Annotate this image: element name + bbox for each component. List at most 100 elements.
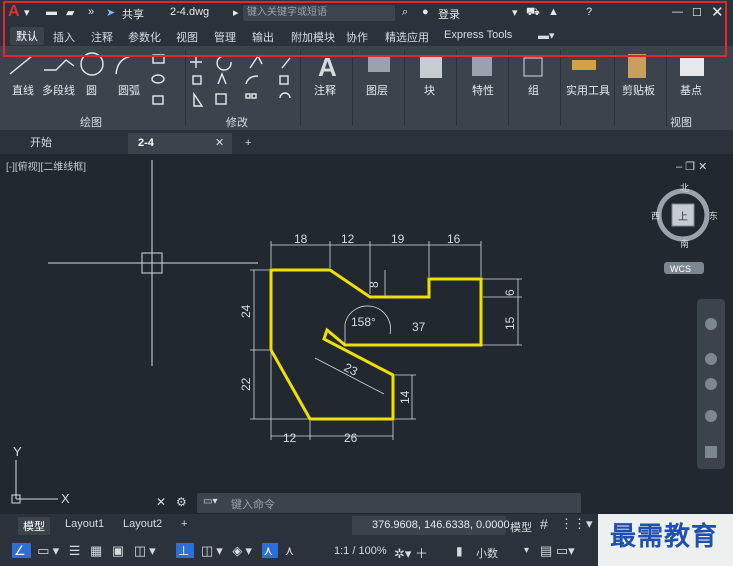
dim-16: 16 (447, 232, 461, 246)
dim-8: 8 (367, 281, 381, 288)
dim-19: 19 (391, 232, 405, 246)
trim-icon (249, 54, 263, 69)
part-outline (269, 268, 483, 421)
model-space-button[interactable]: 模型 (510, 519, 532, 535)
dim-12-bottom: 12 (283, 431, 297, 445)
document-tab-bar (0, 130, 733, 154)
annotation-visibility-icon[interactable]: ⋏ (261, 543, 279, 558)
erase-icon (281, 57, 291, 69)
quick-properties-icon[interactable]: ▤ ▭▾ (540, 543, 575, 559)
block-icon (420, 56, 442, 78)
offset-icon (279, 92, 291, 99)
tool-arc-label[interactable]: 圆弧 (118, 82, 140, 98)
workspace-icon[interactable]: ✲▾ ＋ (394, 543, 428, 562)
highlight-frame (3, 1, 727, 57)
move-icon (190, 56, 202, 68)
autoscale-icon[interactable]: ⋏ (285, 543, 298, 558)
hatch-icon (152, 95, 164, 105)
array-icon (245, 93, 251, 99)
crosshair-cursor (48, 160, 258, 366)
selection-cycle-icon[interactable]: ▣ (112, 543, 127, 558)
viewcube-east: 东 (709, 210, 718, 221)
new-tab-icon[interactable]: + (245, 134, 251, 154)
viewcube-west: 西 (651, 211, 660, 221)
add-layout-icon[interactable]: + (176, 517, 192, 531)
tab-model[interactable]: 模型 (18, 517, 50, 535)
ribbon: A 直线 多段线 圆 圆弧 注释 图层 块 特性 组 实用工具 剪贴板 基点 (0, 46, 733, 130)
tab-start[interactable]: 开始 (30, 134, 52, 154)
dim-6: 6 (503, 289, 517, 296)
panel-draw-label[interactable]: 绘图 (80, 114, 102, 130)
block-button[interactable]: 块 (424, 82, 435, 98)
arc-icon (115, 55, 141, 75)
dim-15: 15 (503, 316, 517, 330)
fillet-icon (245, 75, 259, 85)
utilities-icon (572, 60, 596, 70)
viewcube-top: 上 (678, 211, 688, 223)
properties-button[interactable]: 特性 (472, 82, 494, 98)
ucs-x-label: X (61, 491, 70, 506)
ortho-icon[interactable]: ∠ (12, 543, 31, 558)
snap-icon[interactable]: ⋮⋮▾ (560, 516, 593, 532)
tab-layout2[interactable]: Layout2 (118, 517, 167, 531)
groups-button[interactable]: 组 (528, 82, 539, 98)
layer-icon (368, 56, 390, 72)
rotate-icon (216, 55, 232, 71)
tab-drawing-label[interactable]: 2-4 (138, 134, 154, 154)
units-icon[interactable]: ▮ (456, 544, 463, 558)
close-tab-icon[interactable]: ✕ (215, 134, 224, 154)
stretch-icon (193, 91, 204, 107)
panel-modify-label[interactable]: 修改 (226, 114, 248, 130)
dim-37: 37 (412, 320, 426, 334)
ucs-icon (11, 460, 58, 504)
annotation-monitor-icon[interactable]: ◫▾ (201, 543, 226, 558)
annotation-scale[interactable]: 1:1 / 100% (334, 545, 387, 557)
line-icon (9, 55, 33, 75)
transparency-icon[interactable]: ▦ (90, 543, 105, 558)
annotation-button[interactable]: 注释 (314, 82, 336, 98)
dynamic-ucs-icon[interactable]: ⊥ (176, 543, 195, 558)
status-icons-mid[interactable]: ⊥ ◫▾ ◈▾ ⋏ ⋏ (176, 543, 297, 559)
drawing-svg: 18 12 19 16 8 6 15 158° 37 23 24 22 14 1… (11, 160, 725, 506)
properties-icon (472, 56, 492, 76)
clipboard-button[interactable]: 剪贴板 (622, 82, 655, 98)
ucs-y-label: Y (13, 444, 22, 459)
lineweight-icon[interactable]: ☰ (69, 543, 84, 558)
polar-icon[interactable]: ▭▾ (37, 543, 62, 558)
dim-18: 18 (294, 232, 308, 246)
dim-26: 26 (344, 431, 358, 445)
units-selector[interactable]: 小数 (476, 545, 498, 561)
tool-polyline-label[interactable]: 多段线 (42, 82, 75, 98)
command-settings-icon[interactable]: ⚙ (176, 495, 187, 509)
dim-24: 24 (239, 304, 253, 318)
explode-icon (279, 75, 289, 85)
coordinates[interactable]: 376.9608, 146.6338, 0.0000 (372, 519, 510, 531)
command-input[interactable]: 键入命令 (231, 496, 275, 512)
mirror-icon (217, 72, 227, 85)
viewcube-south: 南 (680, 238, 689, 249)
command-prompt-icon: ▭▾ (203, 496, 218, 507)
tool-circle-label[interactable]: 圆 (86, 82, 97, 98)
units-dropdown-icon[interactable]: ▾ (524, 545, 529, 556)
tool-line-label[interactable]: 直线 (12, 82, 34, 98)
gizmo-icon[interactable]: ◈▾ (232, 543, 255, 558)
command-close-icon[interactable]: ✕ (156, 495, 166, 509)
tab-layout1[interactable]: Layout1 (60, 517, 109, 531)
clipboard-icon (628, 54, 646, 78)
watermark: 最需教育 (610, 522, 719, 552)
viewcube-north: 北 (680, 183, 689, 193)
base-point-button[interactable]: 基点 (680, 82, 702, 98)
base-point-icon (680, 58, 704, 76)
utilities-button[interactable]: 实用工具 (566, 82, 610, 98)
status-icons[interactable]: ∠ ▭▾ ☰ ▦ ▣ ◫▾ (12, 543, 159, 559)
dim-23: 23 (342, 360, 361, 379)
copy-icon (192, 75, 202, 85)
layers-button[interactable]: 图层 (366, 82, 388, 98)
panel-view-label[interactable]: 视图 (670, 114, 692, 130)
ellipse-icon (151, 74, 165, 84)
polyline-icon (44, 59, 75, 71)
command-line[interactable]: ▭▾ 键入命令 (197, 493, 581, 513)
3dosnap-icon[interactable]: ◫▾ (134, 543, 159, 558)
dim-angle: 158° (351, 315, 376, 329)
grid-icon[interactable]: # (540, 516, 548, 532)
